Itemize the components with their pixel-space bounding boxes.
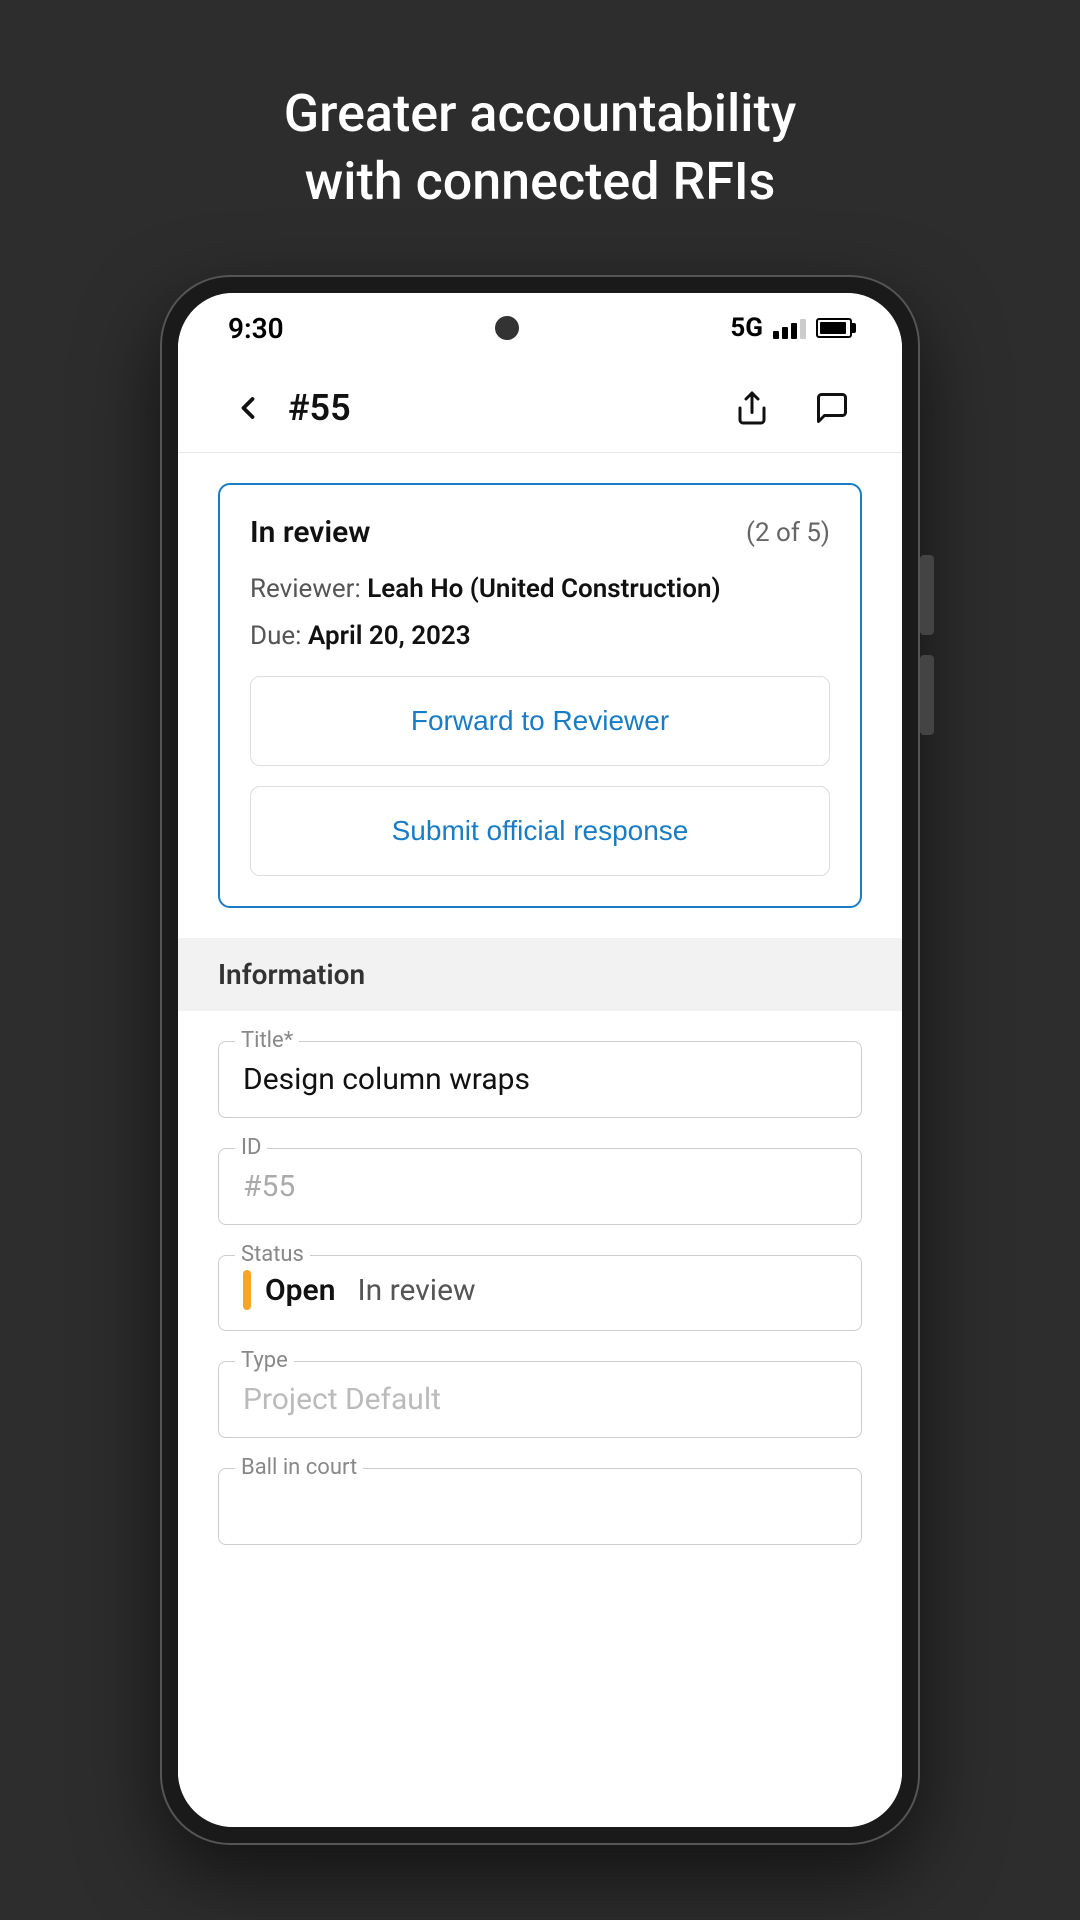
type-value: Project Default (243, 1376, 837, 1417)
title-label: Title* (235, 1028, 299, 1053)
signal-icon (773, 317, 806, 339)
id-label: ID (235, 1135, 267, 1160)
back-button[interactable] (218, 378, 278, 438)
front-camera (495, 316, 519, 340)
ball-in-court-value (243, 1483, 837, 1524)
share-button[interactable] (722, 378, 782, 438)
phone-screen: 9:30 5G #55 (178, 293, 902, 1827)
status-field[interactable]: Status Open In review (218, 1255, 862, 1331)
top-nav: #55 (178, 363, 902, 453)
id-value: #55 (243, 1163, 837, 1204)
due-date: April 20, 2023 (308, 621, 471, 651)
review-count: (2 of 5) (746, 518, 830, 548)
title-value: Design column wraps (243, 1056, 837, 1097)
comment-button[interactable] (802, 378, 862, 438)
reviewer-info: Reviewer: Leah Ho (United Construction) (250, 570, 830, 609)
network-label: 5G (730, 313, 763, 343)
status-indicator (243, 1270, 251, 1310)
nav-actions (722, 378, 862, 438)
phone-shell: 9:30 5G #55 (160, 275, 920, 1845)
status-time: 9:30 (228, 312, 284, 345)
status-bar: 9:30 5G (178, 293, 902, 363)
title-field[interactable]: Title* Design column wraps (218, 1041, 862, 1118)
nav-title: #55 (288, 387, 722, 429)
id-field[interactable]: ID #55 (218, 1148, 862, 1225)
status-open-text: Open (265, 1273, 335, 1308)
vol-down-button (920, 655, 934, 735)
review-status: In review (250, 515, 370, 550)
page-header: Greater accountability with connected RF… (284, 80, 796, 215)
vol-up-button (920, 555, 934, 635)
form-section: Title* Design column wraps ID #55 Status… (178, 1041, 902, 1545)
status-label: Status (235, 1242, 310, 1267)
page-title: Greater accountability with connected RF… (284, 80, 796, 215)
status-icons: 5G (730, 313, 852, 343)
review-card-header: In review (2 of 5) (250, 515, 830, 550)
type-label: Type (235, 1348, 294, 1373)
review-card: In review (2 of 5) Reviewer: Leah Ho (Un… (218, 483, 862, 908)
reviewer-name: Leah Ho (United Construction) (367, 574, 720, 604)
forward-to-reviewer-button[interactable]: Forward to Reviewer (250, 676, 830, 766)
submit-official-response-button[interactable]: Submit official response (250, 786, 830, 876)
due-info: Due: April 20, 2023 (250, 617, 830, 656)
type-field[interactable]: Type Project Default (218, 1361, 862, 1438)
status-sub-text: In review (357, 1273, 475, 1308)
information-section-header: Information (178, 938, 902, 1011)
ball-in-court-label: Ball in court (235, 1455, 363, 1480)
battery-icon (816, 318, 852, 338)
status-value-container: Open In review (243, 1270, 837, 1310)
screen-content[interactable]: In review (2 of 5) Reviewer: Leah Ho (Un… (178, 453, 902, 1827)
ball-in-court-field[interactable]: Ball in court (218, 1468, 862, 1545)
